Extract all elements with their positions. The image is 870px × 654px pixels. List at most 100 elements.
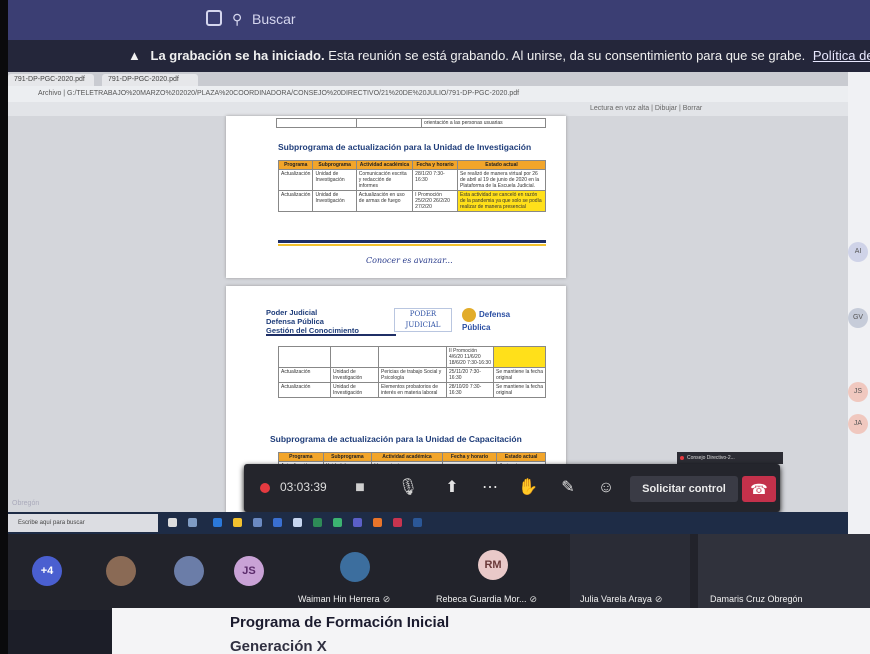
participant-video-tile[interactable]: Damaris Cruz Obregón	[698, 534, 870, 610]
table-row: Actualización Unidad de Investigación Ac…	[277, 190, 547, 212]
table-cell: Actualización	[278, 367, 331, 383]
pdf-table: II Promoción 4/6/20 11/6/20 18/6/20 7:30…	[278, 346, 546, 398]
slide-subtitle: Generación X	[230, 638, 327, 654]
search-icon[interactable]: ⚲	[232, 11, 242, 28]
slide-title: Programa de Formación Inicial	[230, 614, 450, 631]
taskbar-search-input[interactable]: Escribe aquí para buscar	[8, 514, 158, 532]
photographed-screen: ⚲ Buscar ▲ La grabación se ha iniciado. …	[8, 0, 870, 654]
pdf-page: orientación a las personas usuarias Subp…	[226, 116, 566, 278]
section-heading: Subprograma de actualización para la Uni…	[278, 142, 532, 152]
participant-avatar	[174, 556, 204, 586]
compose-icon[interactable]	[206, 10, 222, 26]
participant-avatar: JS	[234, 556, 264, 586]
table-header: Fecha y horario	[412, 160, 458, 170]
table-header: Programa	[277, 160, 314, 170]
table-header: Actividad académica	[371, 452, 443, 462]
table-cell: II Promoción 4/6/20 11/6/20 18/6/20 7:30…	[446, 346, 494, 368]
meeting-timer: 03:03:39	[280, 480, 327, 494]
section-heading: Subprograma de actualización para la Uni…	[270, 434, 522, 444]
browser-tab[interactable]: 791-DP-PGC-2020.pdf	[102, 74, 198, 86]
table-cell: Se mantiene la fecha original	[493, 382, 546, 398]
dropbox-icon[interactable]	[293, 518, 302, 527]
table-cell: 28/1/20 7:30-16:30	[412, 169, 458, 191]
participant-tile[interactable]: JS	[228, 534, 288, 610]
shared-browser-window: 791-DP-PGC-2020.pdf 791-DP-PGC-2020.pdf …	[8, 72, 848, 514]
mail-icon[interactable]	[273, 518, 282, 527]
participant-name-text: Damaris Cruz Obregón	[710, 594, 803, 604]
table-cell: Esta actividad se canceló en razón de la…	[456, 190, 547, 212]
browser-tab[interactable]: 791-DP-PGC-2020.pdf	[8, 74, 94, 86]
folder-icon[interactable]	[233, 518, 242, 527]
search-input[interactable]: Buscar	[252, 11, 296, 27]
divider	[266, 334, 396, 336]
chrome-icon[interactable]	[373, 518, 382, 527]
table-cell: Comunicación escrita y redacción de info…	[355, 169, 414, 191]
excel-icon[interactable]	[313, 518, 322, 527]
table-header: Actividad académica	[355, 160, 414, 170]
pdf-toolbar-label[interactable]: Lectura en voz alta | Dibujar | Borrar	[590, 102, 702, 116]
defensa-publica-logo: Defensa Pública	[462, 308, 532, 332]
participant-tile[interactable]: +4	[8, 534, 98, 610]
camera-off-icon[interactable]: ■	[346, 474, 374, 502]
participant-avatar[interactable]: JA	[848, 414, 868, 434]
participant-name: Rebeca Guardia Mor... ⊘	[436, 594, 537, 605]
table-cell: I Promoción 25/2/20 26/2/20 27/2/20	[412, 190, 458, 212]
participant-avatar[interactable]: JS	[848, 382, 868, 402]
participant-tile[interactable]: Waiman Hin Herrera ⊘	[288, 534, 418, 610]
participant-name-text: Julia Varela Araya	[580, 594, 652, 604]
more-options-icon[interactable]: ⋯	[476, 474, 504, 502]
table-cell: Actualización en uso de armas de fuego	[355, 190, 414, 212]
presentation-slide: Programa de Formación Inicial Generación…	[112, 608, 870, 654]
document-header: Poder Judicial Defensa Pública Gestión d…	[266, 308, 359, 335]
poder-judicial-logo: PODER JUDICIAL	[394, 308, 452, 332]
teams-icon[interactable]	[353, 518, 362, 527]
store-icon[interactable]	[253, 518, 262, 527]
overflow-count[interactable]: +4	[32, 556, 62, 586]
presenter-indicator[interactable]: Consejo Directivo-2...	[677, 452, 783, 464]
mic-off-icon: ⊘	[382, 594, 391, 604]
pdf-table-fragment: orientación a las personas usuarias	[276, 118, 546, 128]
table-header: Estado actual	[496, 452, 546, 462]
participant-name: Damaris Cruz Obregón	[710, 594, 803, 604]
participant-avatar[interactable]: GV	[848, 308, 868, 328]
participant-video-tile[interactable]: Julia Varela Araya ⊘	[570, 534, 690, 610]
browser-tabs: 791-DP-PGC-2020.pdf 791-DP-PGC-2020.pdf	[8, 72, 848, 86]
table-cell: Unidad de Investigación	[330, 382, 379, 398]
raise-hand-icon[interactable]: ✋	[514, 474, 542, 502]
hang-up-button[interactable]: ☎	[742, 476, 776, 502]
pdf-table: Programa Subprograma Actividad académica…	[277, 160, 547, 212]
share-screen-icon[interactable]: ⬆	[438, 474, 466, 502]
windows-icon[interactable]	[168, 518, 177, 527]
participant-avatar	[340, 552, 370, 582]
table-cell: 25/11/20 7:30-16:30	[446, 367, 494, 383]
privacy-policy-link[interactable]: Política de privacidad	[813, 48, 870, 63]
table-cell: Actualización	[277, 190, 314, 212]
table-row: Actualización Unidad de Investigación El…	[278, 382, 546, 398]
mic-off-icon[interactable]: 🎙	[394, 474, 422, 502]
edge-icon[interactable]	[213, 518, 222, 527]
table-row: Actualización Unidad de Investigación Co…	[277, 169, 547, 191]
participant-name-text: Waiman Hin Herrera	[298, 594, 380, 604]
table-cell: Se mantiene la fecha original	[493, 367, 546, 383]
table-cell: Pericias de trabajo Social y Psicología	[378, 367, 447, 383]
participant-tile[interactable]	[98, 534, 158, 610]
recording-banner-text: Esta reunión se está grabando. Al unirse…	[328, 48, 806, 63]
participants-icon[interactable]: ☺	[592, 474, 620, 502]
participant-tile[interactable]: RM Rebeca Guardia Mor... ⊘	[428, 534, 558, 610]
participants-strip: +4 JS Waiman Hin Herrera ⊘ RM Rebeca Guar…	[8, 534, 870, 610]
recording-icon	[260, 483, 270, 493]
table-header: Programa	[278, 452, 324, 462]
participant-avatar[interactable]: AI	[848, 242, 868, 262]
mic-off-icon: ⊘	[529, 594, 538, 604]
app-icon[interactable]	[393, 518, 402, 527]
table-cell: Unidad de Investigación	[312, 190, 357, 212]
address-bar[interactable]: Archivo | G:/TELETRABAJO%20MARZO%202020/…	[8, 86, 848, 102]
task-view-icon[interactable]	[188, 518, 197, 527]
header-line: Defensa Pública	[266, 317, 324, 326]
chat-icon[interactable]: ✎	[554, 474, 582, 502]
request-control-button[interactable]: Solicitar control	[630, 476, 738, 502]
word-icon[interactable]	[413, 518, 422, 527]
table-header: Subprograma	[322, 452, 373, 462]
app-icon[interactable]	[333, 518, 342, 527]
participant-tile[interactable]	[158, 534, 228, 610]
